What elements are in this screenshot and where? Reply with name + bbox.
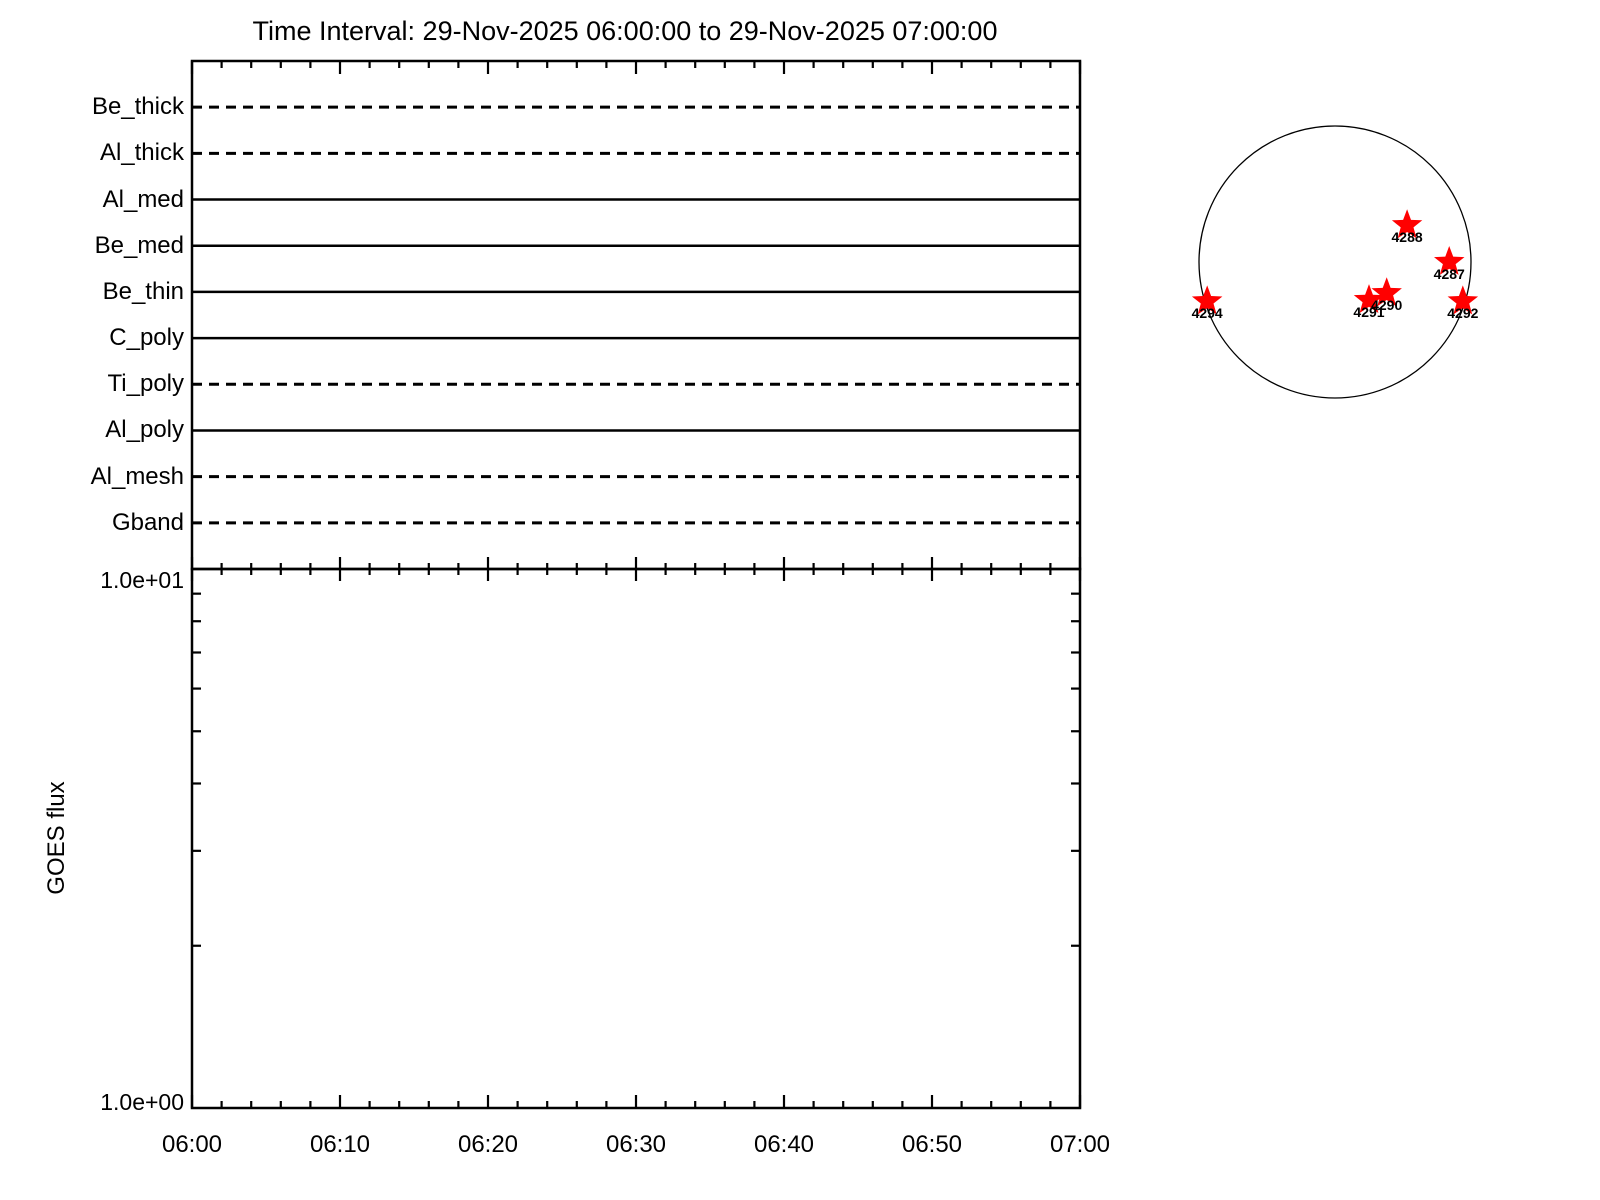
- x-tick-label-0610: 06:10: [309, 1131, 371, 1158]
- active-region-label-4291: 4291: [1353, 304, 1385, 321]
- x-tick-label-0620: 06:20: [457, 1131, 519, 1158]
- filter-label-Ti_poly: Ti_poly: [107, 370, 184, 398]
- filter-label-Al_mesh: Al_mesh: [90, 462, 184, 490]
- x-tick-label-0640: 06:40: [753, 1131, 815, 1158]
- active-region-label-4292: 4292: [1447, 305, 1479, 322]
- goes-ytick-label-bottom: 1.0e+00: [100, 1089, 184, 1115]
- filter-label-Al_med: Al_med: [102, 185, 184, 213]
- filter-panel-border: [190, 59, 1082, 571]
- goes-panel-border: [190, 567, 1082, 1110]
- xrt-observation-timeline-figure: Time Interval: 29-Nov-2025 06:00:00 to 2…: [0, 0, 1600, 1200]
- plot-canvas: [190, 59, 1479, 1110]
- figure-title: Time Interval: 29-Nov-2025 06:00:00 to 2…: [252, 16, 998, 46]
- filter-label-C_poly: C_poly: [109, 324, 184, 352]
- active-region-label-4294: 4294: [1191, 305, 1223, 322]
- filter-label-Be_thin: Be_thin: [102, 277, 184, 305]
- active-region-label-4288: 4288: [1391, 229, 1423, 246]
- filter-label-Be_thick: Be_thick: [91, 93, 184, 121]
- goes-ytick-label-top: 1.0e+01: [100, 567, 184, 593]
- x-tick-label-0700: 07:00: [1049, 1131, 1111, 1158]
- goes-flux-axis-label: GOES flux: [43, 781, 70, 895]
- x-tick-label-0650: 06:50: [901, 1131, 963, 1158]
- filter-label-Gband: Gband: [111, 508, 184, 536]
- filter-label-Be_med: Be_med: [94, 231, 184, 259]
- filter-label-Al_poly: Al_poly: [105, 416, 184, 444]
- x-tick-label-0630: 06:30: [605, 1131, 667, 1158]
- solar-disk: [1198, 125, 1472, 399]
- active-region-label-4287: 4287: [1433, 266, 1465, 282]
- x-tick-label-0600: 06:00: [161, 1131, 223, 1158]
- filter-label-Al_thick: Al_thick: [99, 139, 184, 167]
